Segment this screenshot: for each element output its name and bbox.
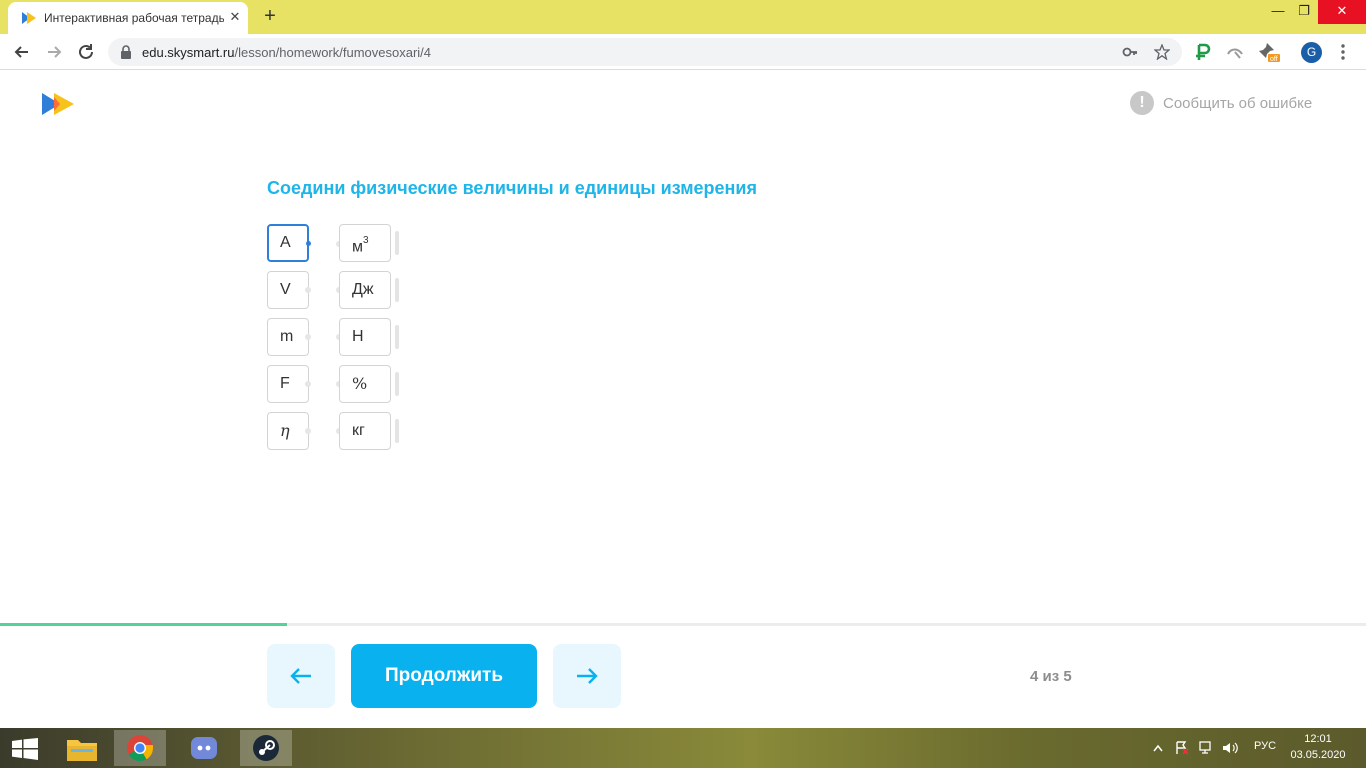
drag-handle[interactable] <box>395 372 399 396</box>
extension-icon[interactable] <box>1226 43 1244 61</box>
clock-date: 03.05.2020 <box>1290 749 1346 761</box>
language-indicator[interactable]: РУС <box>1254 740 1276 752</box>
arrow-left-icon <box>290 668 311 684</box>
unit-card[interactable]: Дж <box>339 271 391 309</box>
page-counter: 4 из 5 <box>1030 668 1072 685</box>
task-title: Соедини физические величины и единицы из… <box>267 178 757 198</box>
more-menu-icon[interactable] <box>1338 43 1348 61</box>
folder-icon <box>67 740 97 761</box>
unit-card[interactable]: кг <box>339 412 391 450</box>
previous-button[interactable] <box>267 644 335 708</box>
drag-handle[interactable] <box>395 278 399 302</box>
unit-label: Дж <box>352 281 374 298</box>
close-window-button[interactable]: ✕ <box>1318 0 1366 24</box>
key-icon[interactable] <box>1122 44 1138 60</box>
arrow-right-icon <box>577 668 598 684</box>
unit-label: Н <box>352 328 364 345</box>
forward-icon[interactable] <box>43 41 65 63</box>
quantity-card[interactable]: F <box>267 365 309 403</box>
continue-button[interactable]: Продолжить <box>351 644 537 708</box>
taskbar-chrome[interactable] <box>114 730 166 766</box>
connector-dot[interactable] <box>305 381 311 387</box>
next-button[interactable] <box>553 644 621 708</box>
new-tab-button[interactable]: + <box>260 6 280 26</box>
back-icon[interactable] <box>11 41 33 63</box>
connector-dot[interactable] <box>305 287 311 293</box>
connector-dot[interactable] <box>306 241 311 246</box>
drag-handle[interactable] <box>395 231 399 255</box>
unit-exponent: 3 <box>363 235 369 246</box>
tray-expand-icon[interactable] <box>1153 744 1163 752</box>
reload-icon[interactable] <box>75 41 97 63</box>
address-bar[interactable]: edu.skysmart.ru/lesson/homework/fumoveso… <box>108 38 1182 66</box>
quantity-card[interactable]: η <box>267 412 309 450</box>
system-clock[interactable]: 12:01 03.05.2020 <box>1290 731 1346 763</box>
adblock-off-icon[interactable]: off <box>1258 41 1280 63</box>
unit-card[interactable]: м3 <box>339 224 391 262</box>
windows-start-icon[interactable] <box>12 738 38 760</box>
browser-toolbar: edu.skysmart.ru/lesson/homework/fumoveso… <box>0 34 1366 70</box>
unit-label: м <box>352 238 363 256</box>
skysmart-logo[interactable] <box>40 91 76 117</box>
taskbar: РУС 12:01 03.05.2020 <box>0 728 1366 768</box>
progress-fill <box>0 623 287 626</box>
lock-icon <box>121 45 131 59</box>
progress-bar <box>0 623 1366 626</box>
connector-dot[interactable] <box>305 334 311 340</box>
network-icon[interactable] <box>1199 741 1215 755</box>
unit-label: кг <box>352 422 365 439</box>
quantity-card[interactable]: m <box>267 318 309 356</box>
clock-time: 12:01 <box>1304 733 1332 745</box>
taskbar-steam[interactable] <box>240 730 292 766</box>
star-icon[interactable] <box>1154 44 1170 60</box>
taskbar-discord[interactable] <box>178 730 230 766</box>
flag-alert-icon[interactable] <box>1175 741 1189 755</box>
unit-card[interactable]: Н <box>339 318 391 356</box>
quantity-card[interactable]: A <box>267 224 309 262</box>
report-error-label: Сообщить об ошибке <box>1163 95 1313 112</box>
url-path: /lesson/homework/fumovesoxari/4 <box>234 45 432 60</box>
skysmart-favicon-icon <box>22 12 36 24</box>
lesson-page: ! Сообщить об ошибке Соедини физические … <box>0 71 1366 728</box>
volume-icon[interactable] <box>1222 741 1238 755</box>
unit-label: % <box>352 374 368 393</box>
chrome-icon <box>127 735 154 762</box>
exclamation-icon: ! <box>1130 91 1154 115</box>
discord-icon <box>191 737 217 759</box>
unit-card[interactable]: % <box>339 365 391 403</box>
drag-handle[interactable] <box>395 419 399 443</box>
drag-handle[interactable] <box>395 325 399 349</box>
svg-text:off: off <box>1270 56 1278 63</box>
ruble-extension-icon[interactable] <box>1194 43 1212 61</box>
profile-avatar[interactable]: G <box>1301 42 1322 63</box>
tab-title: Интерактивная рабочая тетрадь <box>44 11 224 25</box>
url-text: edu.skysmart.ru/lesson/homework/fumoveso… <box>142 45 431 60</box>
steam-icon <box>253 735 279 761</box>
tab-close-icon[interactable]: ✕ <box>228 10 242 24</box>
quantity-card[interactable]: V <box>267 271 309 309</box>
connector-dot[interactable] <box>305 428 311 434</box>
browser-tab[interactable]: Интерактивная рабочая тетрадь ✕ <box>8 2 248 34</box>
taskbar-explorer[interactable] <box>56 730 108 766</box>
tab-bar: Интерактивная рабочая тетрадь ✕ + — ❐ ✕ <box>0 0 1366 34</box>
url-domain: edu.skysmart.ru <box>142 45 235 60</box>
